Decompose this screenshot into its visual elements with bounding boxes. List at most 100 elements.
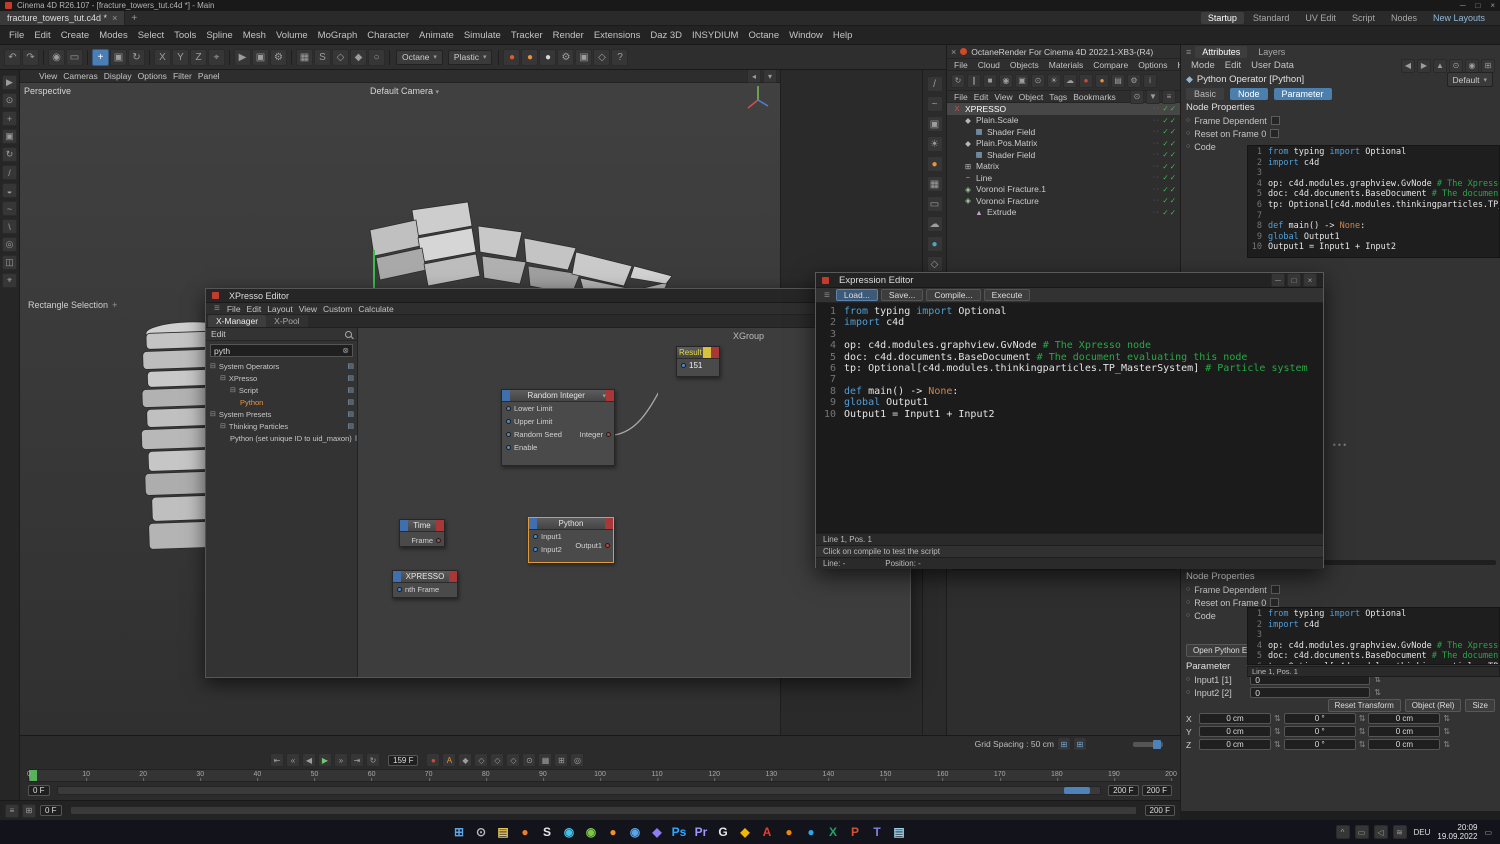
language-indicator[interactable]: DEU xyxy=(1414,828,1431,837)
taskbar-slack-icon[interactable]: S xyxy=(536,820,558,844)
output-port[interactable] xyxy=(605,543,610,548)
up-icon[interactable]: ▲ xyxy=(1433,58,1447,73)
taskbar-firefox-icon[interactable]: ● xyxy=(514,820,536,844)
current-frame-field[interactable]: 159 F xyxy=(388,754,419,766)
spline-icon[interactable]: ~ xyxy=(926,96,943,112)
compile-button[interactable]: Compile... xyxy=(926,289,981,301)
menu-cameras[interactable]: Cameras xyxy=(60,70,100,82)
range-thumb[interactable] xyxy=(1064,786,1091,794)
tab-basic[interactable]: Basic xyxy=(1186,87,1225,100)
anim-dot[interactable]: ○ xyxy=(1186,586,1190,593)
menu-edit[interactable]: Edit xyxy=(244,303,265,315)
autokey-icon[interactable]: A xyxy=(442,753,457,767)
object-voronoi-fracture[interactable]: ◈ Voronoi Fracture ·· ✓✓ xyxy=(947,195,1180,207)
taskbar-resolve-icon[interactable]: ◆ xyxy=(734,820,756,844)
menu-file[interactable]: File xyxy=(951,59,971,71)
chevron-left-icon[interactable]: ◂ xyxy=(747,70,761,83)
taskbar-explorer-icon[interactable]: ▤ xyxy=(492,820,514,844)
taskbar-adobe-icon[interactable]: A xyxy=(756,820,778,844)
preset-dropdown[interactable]: Default ▾ xyxy=(1446,72,1493,87)
live-selection-icon[interactable]: ◉ xyxy=(48,48,65,66)
visibility-checks[interactable]: ✓✓ xyxy=(1162,139,1177,148)
search-icon[interactable] xyxy=(345,330,352,338)
render-picture-viewer-icon[interactable]: ▣ xyxy=(252,48,269,66)
minimize-button[interactable]: ─ xyxy=(1271,273,1285,287)
expander-icon[interactable]: ⊟ xyxy=(220,374,226,382)
coord-field[interactable]: 0 ° xyxy=(1283,739,1356,750)
visibility-checks[interactable]: ✓✓ xyxy=(1162,208,1177,217)
close-icon[interactable]: × xyxy=(951,47,956,57)
anim-dot[interactable]: ○ xyxy=(1186,130,1190,137)
load-button[interactable]: Load... xyxy=(835,289,878,301)
range-end-field[interactable]: 200 F xyxy=(1108,784,1139,796)
node-time[interactable]: Time Frame xyxy=(399,519,445,547)
magnet-icon[interactable]: ◎ xyxy=(2,237,17,252)
menu-icon[interactable]: ≡ xyxy=(821,290,833,301)
tray-volume-icon[interactable]: ◁ xyxy=(1373,825,1388,839)
code-editor[interactable]: 1 from typing import Optional 2 import c4d 3… xyxy=(816,303,1323,533)
scale-icon[interactable]: ▣ xyxy=(110,48,127,66)
info-icon[interactable]: i xyxy=(1143,73,1157,88)
input-port[interactable] xyxy=(533,547,538,552)
end-frame-field[interactable]: 200 F xyxy=(1144,805,1175,816)
menu-simulate[interactable]: Simulate xyxy=(459,28,506,43)
visibility-checks[interactable]: ✓✓ xyxy=(1162,196,1177,205)
tab-parameter[interactable]: Parameter xyxy=(1273,87,1332,100)
menu-user-data[interactable]: User Data xyxy=(1246,58,1299,73)
stepper-icon[interactable]: ⇅ xyxy=(1274,727,1281,736)
sculpt-icon[interactable]: ◒ xyxy=(2,183,17,198)
section-node-properties-2[interactable]: Node Properties xyxy=(1181,569,1500,583)
perspective-label[interactable]: Perspective xyxy=(24,86,71,96)
taskbar-chrome-icon[interactable]: ◉ xyxy=(580,820,602,844)
visibility-checks[interactable]: ✓✓ xyxy=(1162,104,1177,113)
prev-key-icon[interactable]: « xyxy=(286,753,300,767)
timeline-ruler[interactable]: 0 10 20 30 40 50 60 70 80 90 100 110 120 130 140 150 160… xyxy=(27,769,1177,782)
tab-x-pool[interactable]: X-Pool xyxy=(266,315,308,327)
filter-icon[interactable]: ▼ xyxy=(1146,89,1160,104)
close-button[interactable]: × xyxy=(1490,1,1495,10)
node-python[interactable]: Python Input1 Input2 Output1 xyxy=(528,517,614,563)
stepper-icon[interactable]: ⇅ xyxy=(1274,714,1281,723)
enable-dots[interactable]: ·· xyxy=(1153,140,1160,147)
expression-editor-window[interactable]: Expression Editor ─ □ × ≡ Load... Save... Co… xyxy=(815,272,1324,569)
pause-icon[interactable]: ∥ xyxy=(967,73,981,88)
stage-icon[interactable]: ◇ xyxy=(926,256,943,272)
coord-field[interactable]: 0 cm xyxy=(1199,713,1271,724)
coord-field[interactable]: 0 cm xyxy=(1199,726,1271,737)
coordinate-system-icon[interactable]: ⌖ xyxy=(208,48,225,66)
input-port[interactable] xyxy=(506,445,511,450)
visibility-checks[interactable]: ✓✓ xyxy=(1162,127,1177,136)
coord-field[interactable]: 0 cm xyxy=(1368,713,1441,724)
node-random-integer[interactable]: Random Integer ▾ Lower Limit Upper Limit … xyxy=(501,389,615,466)
environment-icon[interactable]: ● xyxy=(926,236,943,252)
rotate-icon[interactable]: ↻ xyxy=(128,48,145,66)
octane-materials-icon[interactable]: ● xyxy=(539,48,557,66)
add-deformer-icon[interactable]: ◆ xyxy=(350,48,367,66)
enable-dots[interactable]: ·· xyxy=(1153,151,1160,158)
light-icon[interactable]: ☀ xyxy=(926,136,943,152)
tray-chevron-icon[interactable]: ^ xyxy=(1335,825,1350,839)
magnet-icon[interactable]: ◎ xyxy=(570,753,585,767)
menu-character[interactable]: Character xyxy=(362,28,414,43)
frame-dependent-checkbox[interactable] xyxy=(1270,116,1280,125)
node-result[interactable]: Result 151 xyxy=(676,346,720,377)
menu-compare[interactable]: Compare xyxy=(1090,59,1131,71)
object-line[interactable]: ~ Line ·· ✓✓ xyxy=(947,172,1180,184)
taskbar-edge-icon[interactable]: ◉ xyxy=(558,820,580,844)
selection-arrow-icon[interactable]: ▶ xyxy=(2,75,17,90)
undo-icon[interactable]: ↶ xyxy=(4,48,21,66)
axis-icon[interactable]: ⌖ xyxy=(2,273,17,288)
reset-transform-button[interactable]: Reset Transform xyxy=(1327,699,1401,712)
menu-icon[interactable]: ≡ xyxy=(5,803,19,818)
render-settings-icon[interactable]: ⚙ xyxy=(270,48,287,66)
menu-calculate[interactable]: Calculate xyxy=(355,303,396,315)
visibility-checks[interactable]: ✓✓ xyxy=(1162,185,1177,194)
clear-search-icon[interactable]: ⊗ xyxy=(342,346,349,355)
xpool-item-xpresso[interactable]: ⊟ XPresso ▤ xyxy=(206,372,357,384)
range-start-field[interactable]: 0 F xyxy=(28,784,50,796)
enable-dots[interactable]: ·· xyxy=(1153,209,1160,216)
rotate-tool-icon[interactable]: ↻ xyxy=(2,147,17,162)
menu-octane[interactable]: Octane xyxy=(743,28,784,43)
code-field-2[interactable]: 1 from typing import Optional 2 import c4d 3… xyxy=(1247,607,1500,665)
chevron-down-icon[interactable]: ▾ xyxy=(763,70,777,83)
